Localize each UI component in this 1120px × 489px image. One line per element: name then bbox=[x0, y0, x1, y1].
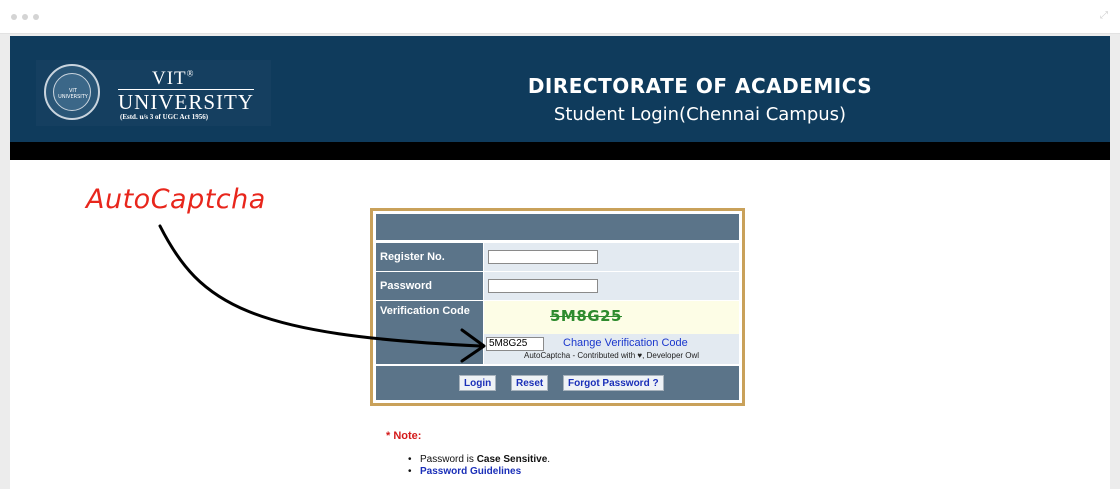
note-title: * Note: bbox=[386, 430, 422, 442]
autocaptcha-annotation: AutoCaptcha bbox=[86, 184, 266, 215]
web-page: VIT UNIVERSITY VIT® UNIVERSITY (Estd. u/… bbox=[10, 36, 1110, 489]
verification-field-cell: 5M8G25 5M8G25 Change Verification Code A… bbox=[484, 301, 739, 364]
password-field-cell bbox=[484, 272, 739, 300]
autocaptcha-credit: AutoCaptcha - Contributed with ♥, Develo… bbox=[524, 351, 700, 360]
note-list: Password is Case Sensitive. Password Gui… bbox=[408, 454, 550, 478]
close-window-dot[interactable] bbox=[11, 14, 17, 20]
login-form-header bbox=[376, 214, 739, 240]
register-field-cell bbox=[484, 243, 739, 271]
seal-text: VIT UNIVERSITY bbox=[58, 88, 88, 100]
password-input[interactable] bbox=[488, 279, 598, 293]
verification-row: Verification Code 5M8G25 5M8G25 Change V… bbox=[376, 301, 739, 364]
fullscreen-icon[interactable]: ⤢ bbox=[1100, 10, 1108, 21]
password-label: Password bbox=[376, 272, 483, 300]
note-item-case-sensitive: Password is Case Sensitive. bbox=[408, 454, 550, 466]
verification-label: Verification Code bbox=[376, 301, 483, 364]
logo-established-text: (Estd. u/s 3 of UGC Act 1956) bbox=[120, 113, 209, 121]
forgot-password-button[interactable]: Forgot Password ? bbox=[563, 375, 664, 391]
form-button-row: Login Reset Forgot Password ? bbox=[376, 366, 739, 400]
university-seal-icon: VIT UNIVERSITY bbox=[44, 64, 100, 120]
window-controls[interactable] bbox=[11, 14, 39, 20]
captcha-entry-area: 5M8G25 Change Verification Code AutoCapt… bbox=[484, 335, 739, 364]
logo-university-text: UNIVERSITY bbox=[118, 89, 254, 114]
page-title: DIRECTORATE OF ACADEMICS bbox=[527, 74, 873, 98]
password-guidelines-link[interactable]: Password Guidelines bbox=[420, 466, 521, 477]
reset-button[interactable]: Reset bbox=[511, 375, 549, 391]
captcha-input[interactable]: 5M8G25 bbox=[486, 337, 544, 351]
page-subtitle: Student Login(Chennai Campus) bbox=[553, 104, 847, 125]
change-verification-code-link[interactable]: Change Verification Code bbox=[563, 337, 688, 349]
login-button[interactable]: Login bbox=[459, 375, 497, 391]
zoom-window-dot[interactable] bbox=[33, 14, 39, 20]
register-row: Register No. bbox=[376, 243, 739, 271]
menu-bar bbox=[10, 142, 1110, 160]
logo-vit-text: VIT® bbox=[152, 68, 195, 89]
login-form: Register No. Password Verification Code … bbox=[370, 208, 745, 406]
minimize-window-dot[interactable] bbox=[22, 14, 28, 20]
register-label: Register No. bbox=[376, 243, 483, 271]
browser-titlebar: ⤢ bbox=[0, 0, 1120, 34]
university-logo[interactable]: VIT UNIVERSITY VIT® UNIVERSITY (Estd. u/… bbox=[36, 60, 271, 126]
captcha-image-text: 5M8G25 bbox=[550, 307, 622, 325]
note-item-guidelines: Password Guidelines bbox=[408, 466, 550, 478]
header-banner: VIT UNIVERSITY VIT® UNIVERSITY (Estd. u/… bbox=[10, 36, 1110, 142]
captcha-image: 5M8G25 bbox=[484, 301, 739, 334]
register-number-input[interactable] bbox=[488, 250, 598, 264]
password-row: Password bbox=[376, 272, 739, 300]
